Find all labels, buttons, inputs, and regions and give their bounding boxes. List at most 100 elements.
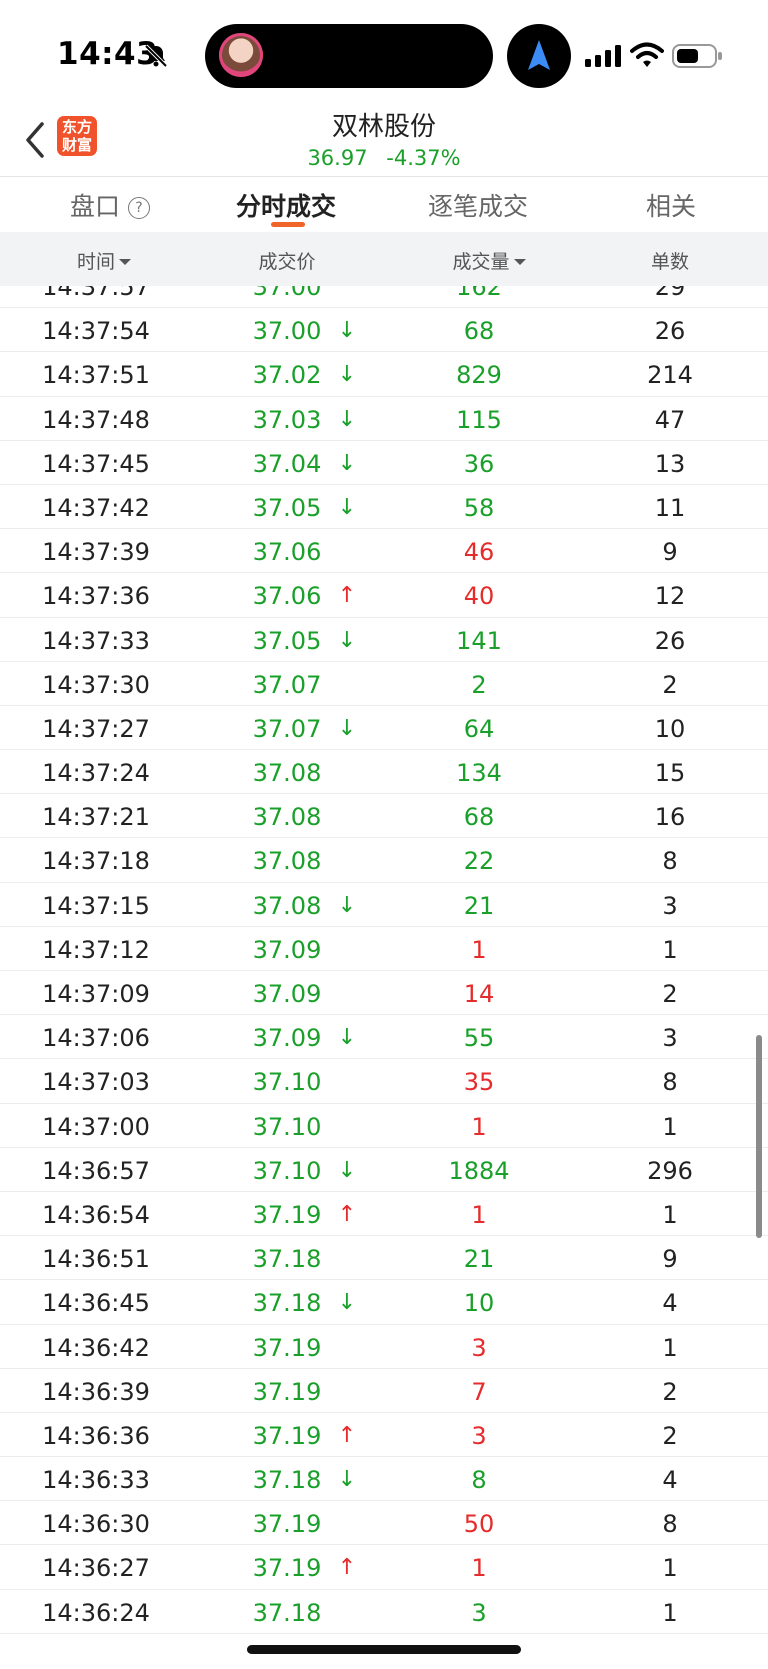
trade-count: 3	[662, 1024, 678, 1053]
trade-volume: 1	[471, 1200, 487, 1229]
trade-count: 1	[662, 1112, 678, 1141]
table-row: 14:36:57 37.10 ↓ 1884 296	[0, 1148, 768, 1192]
table-row: 14:37:15 37.08 ↓ 21 3	[0, 883, 768, 927]
arrow-up-icon: ↑	[337, 1201, 357, 1227]
col-header-time[interactable]: 时间	[24, 247, 184, 274]
trade-list[interactable]: 14:37:57 37.00 162 29 14:37:54 37.00 ↓ 68 26 14:3…	[0, 286, 768, 1669]
trade-volume: 55	[463, 1024, 495, 1053]
col-header-volume[interactable]: 成交量	[409, 247, 569, 274]
trade-volume: 2	[471, 670, 487, 699]
table-row: 14:36:33 37.18 ↓ 8 4	[0, 1457, 768, 1502]
trade-volume: 58	[463, 493, 495, 522]
trade-count: 8	[662, 847, 678, 876]
trade-count: 10	[654, 714, 686, 743]
trade-count: 2	[662, 980, 678, 1008]
col-header-price: 成交价	[207, 247, 367, 274]
trade-count: 13	[654, 449, 686, 478]
trade-volume: 68	[463, 317, 495, 346]
table-row: 14:37:33 37.05 ↓ 141 26	[0, 618, 768, 662]
table-row: 14:37:48 37.03 ↓ 115 47	[0, 397, 768, 441]
wifi-icon	[630, 42, 664, 67]
trade-time: 14:37:24	[42, 759, 150, 788]
trade-count: 4	[662, 1466, 678, 1495]
trade-time: 14:37:54	[42, 317, 150, 346]
tab-minute-trades[interactable]: 分时成交	[236, 187, 336, 223]
trade-time: 14:36:45	[42, 1289, 150, 1318]
table-row: 14:37:39 37.06 46 9	[0, 529, 768, 574]
col-header-label: 时间	[76, 251, 115, 273]
arrow-down-icon: ↓	[337, 362, 357, 388]
trade-time: 14:37:12	[42, 935, 150, 964]
status-bar: 14:43	[0, 0, 768, 112]
trade-volume: 40	[463, 582, 495, 611]
arrow-down-icon: ↓	[337, 1025, 357, 1051]
trade-volume: 829	[456, 361, 502, 390]
trade-price: 37.10	[252, 1068, 322, 1097]
stock-change-pct: -4.37%	[386, 146, 461, 170]
trade-volume: 68	[463, 803, 495, 832]
trade-count: 2	[662, 1421, 678, 1450]
trade-count: 26	[654, 317, 686, 346]
trade-count: 1	[662, 1598, 678, 1627]
trade-count: 29	[654, 286, 686, 301]
trade-price: 37.09	[252, 935, 322, 964]
trade-count: 16	[654, 803, 686, 832]
trade-volume: 1	[471, 935, 487, 964]
trade-volume: 1	[471, 1554, 487, 1583]
trade-time: 14:36:36	[42, 1421, 150, 1450]
trade-count: 4	[662, 1289, 678, 1318]
table-header: 时间 成交价 成交量 单数	[0, 232, 768, 286]
trade-time: 14:37:39	[42, 538, 150, 567]
arrow-down-icon: ↓	[337, 892, 357, 918]
trade-time: 14:37:06	[42, 1024, 150, 1053]
trade-time: 14:37:45	[42, 449, 150, 478]
trade-volume: 21	[463, 891, 495, 920]
trade-count: 296	[647, 1156, 693, 1185]
trade-time: 14:37:15	[42, 891, 150, 920]
table-row: 14:37:21 37.08 68 16	[0, 794, 768, 839]
col-header-label: 单数	[650, 251, 689, 273]
trade-volume: 7	[471, 1377, 487, 1406]
table-row: 14:37:30 37.07 2 2	[0, 662, 768, 706]
trade-time: 14:37:30	[42, 670, 150, 699]
trade-count: 8	[662, 1068, 678, 1097]
trade-volume: 115	[456, 405, 502, 434]
trade-count: 1	[662, 935, 678, 964]
help-icon[interactable]: ?	[128, 197, 151, 219]
avatar	[219, 33, 263, 77]
trade-count: 15	[654, 759, 686, 788]
tab-order-book[interactable]: 盘口?	[70, 187, 151, 223]
home-indicator[interactable]	[247, 1645, 521, 1654]
battery-icon	[672, 44, 722, 68]
trade-price: 37.07	[252, 670, 322, 699]
arrow-down-icon: ↓	[337, 1290, 357, 1316]
trade-time: 14:36:42	[42, 1333, 150, 1362]
trade-volume: 10	[463, 1289, 495, 1318]
arrow-up-icon: ↑	[337, 583, 357, 609]
trade-volume: 46	[463, 538, 495, 567]
trade-time: 14:36:24	[42, 1598, 150, 1627]
tab-tick-trades[interactable]: 逐笔成交	[428, 187, 528, 223]
tab-related[interactable]: 相关	[646, 187, 696, 223]
cellular-signal-icon	[585, 45, 621, 67]
table-row: 14:37:18 37.08 22 8	[0, 838, 768, 883]
scrollbar[interactable]	[756, 1035, 762, 1238]
table-row: 14:37:27 37.07 ↓ 64 10	[0, 706, 768, 751]
trade-volume: 141	[456, 626, 502, 655]
trade-time: 14:37:21	[42, 803, 150, 832]
trade-volume: 1884	[448, 1156, 510, 1185]
sort-down-icon	[119, 259, 131, 265]
trade-time: 14:37:09	[42, 980, 150, 1008]
trade-volume: 1	[471, 1112, 487, 1141]
trade-count: 47	[654, 405, 686, 434]
tab-label: 逐笔成交	[428, 192, 529, 221]
trade-time: 14:37:42	[42, 493, 150, 522]
table-row: 14:36:27 37.19 ↑ 1 1	[0, 1545, 768, 1590]
table-row: 14:37:09 37.09 14 2	[0, 971, 768, 1016]
col-header-count: 单数	[590, 247, 750, 274]
trade-time: 14:36:57	[42, 1156, 150, 1185]
arrow-down-icon: ↓	[337, 318, 357, 344]
trade-time: 14:37:27	[42, 714, 150, 743]
col-header-label: 成交价	[258, 251, 316, 273]
tab-label: 盘口	[70, 192, 121, 221]
